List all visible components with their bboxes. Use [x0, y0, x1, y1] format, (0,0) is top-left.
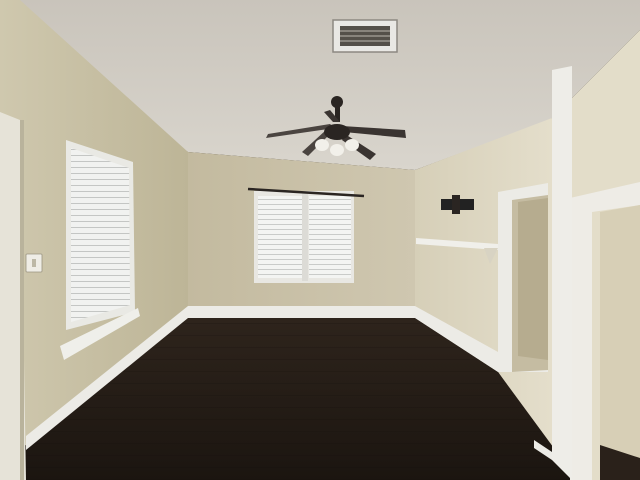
baseboard-back — [188, 306, 415, 318]
doorway-inner-wall — [518, 198, 548, 360]
room-photo — [0, 0, 640, 480]
right-doorway-opening — [600, 205, 640, 480]
right-wall-pilaster — [552, 66, 572, 480]
left-door-frame-shadow — [20, 120, 24, 480]
light-switch-toggle — [32, 259, 36, 267]
back-window-mullion — [302, 193, 308, 281]
air-vent-icon — [332, 19, 398, 53]
back-window-blinds-left — [258, 196, 302, 278]
left-window-blinds — [71, 148, 130, 322]
back-window-blinds-right — [309, 196, 351, 278]
